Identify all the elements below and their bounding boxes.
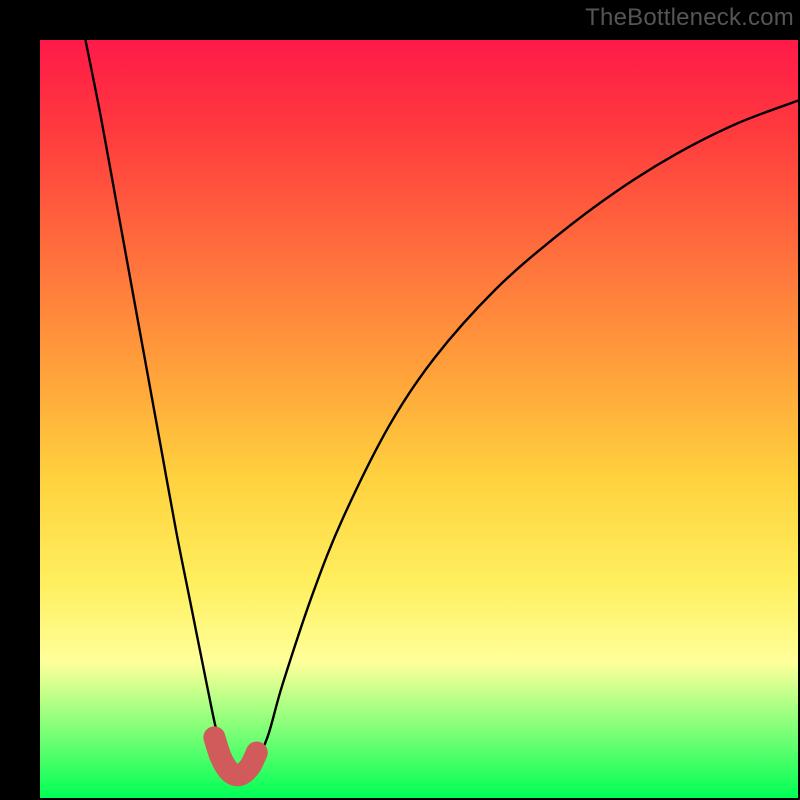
watermark-text: TheBottleneck.com	[585, 4, 794, 32]
chart-frame: TheBottleneck.com	[0, 0, 800, 800]
plot-area	[40, 40, 798, 798]
curve-svg	[40, 40, 798, 798]
bottleneck-curve	[85, 40, 798, 775]
trough-highlight	[214, 737, 256, 775]
